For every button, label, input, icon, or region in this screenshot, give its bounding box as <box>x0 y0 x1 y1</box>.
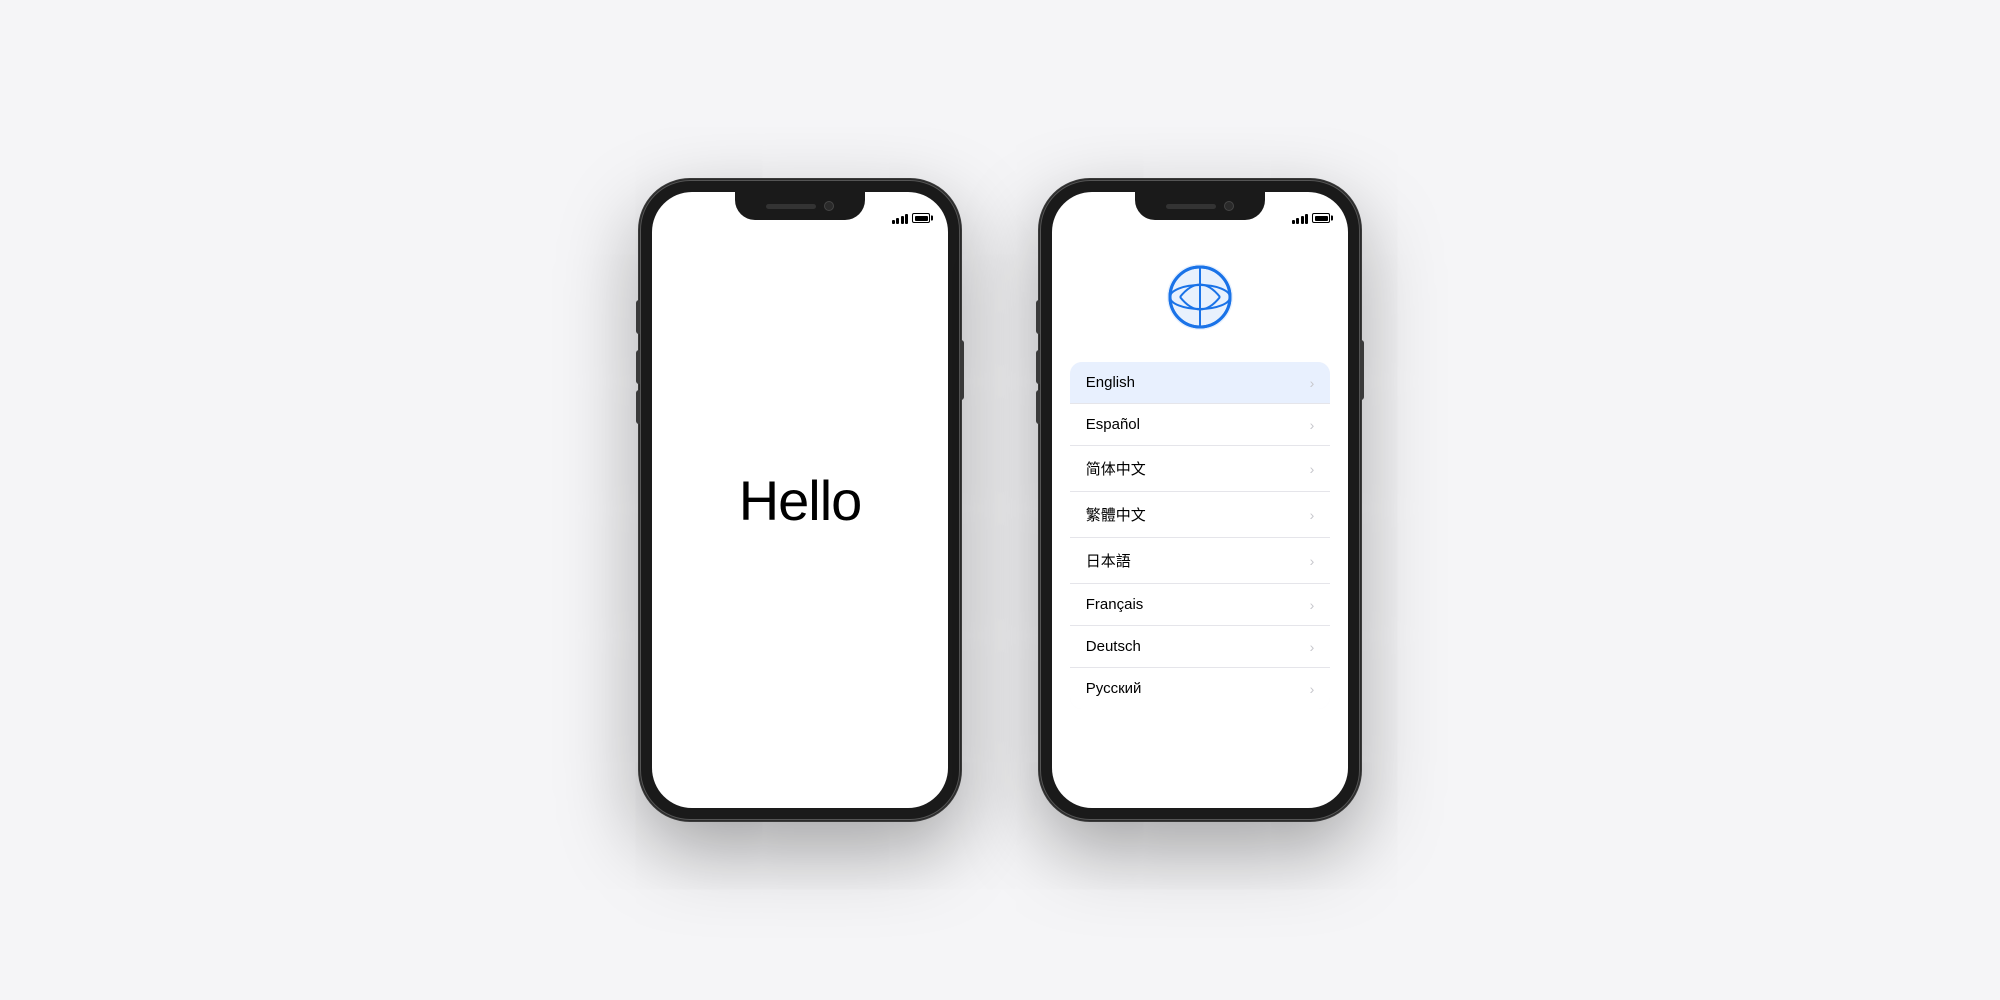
lang-name-simplified-chinese: 简体中文 <box>1086 458 1146 479</box>
lang-name-german: Deutsch <box>1086 638 1141 655</box>
chevron-french: › <box>1310 597 1315 613</box>
language-item-english[interactable]: English › <box>1070 362 1330 404</box>
battery-fill-hello <box>915 216 928 221</box>
battery-fill-language <box>1315 216 1328 221</box>
language-item-traditional-chinese[interactable]: 繁體中文 › <box>1070 492 1330 538</box>
notch-hello <box>735 192 865 220</box>
battery-body-hello <box>912 213 930 223</box>
language-item-simplified-chinese[interactable]: 简体中文 › <box>1070 446 1330 492</box>
lang-name-english: English <box>1086 374 1135 391</box>
language-list: English › Español › 简体中文 › 繁體中文 › <box>1070 362 1330 709</box>
speaker-language <box>1166 204 1216 209</box>
lang-name-japanese: 日本語 <box>1086 550 1131 571</box>
battery-hello <box>912 213 930 223</box>
chevron-german: › <box>1310 639 1315 655</box>
language-item-russian[interactable]: Русский › <box>1070 668 1330 709</box>
battery-language <box>1312 213 1330 223</box>
phone-hello: Hello <box>640 180 960 820</box>
status-icons-hello <box>892 212 931 224</box>
lang-name-espanol: Español <box>1086 416 1140 433</box>
chevron-simplified-chinese: › <box>1310 461 1315 477</box>
lang-name-russian: Русский <box>1086 680 1142 697</box>
hello-text: Hello <box>739 468 862 533</box>
battery-body-language <box>1312 213 1330 223</box>
language-item-german[interactable]: Deutsch › <box>1070 626 1330 668</box>
screen-hello: Hello <box>652 192 948 808</box>
language-item-espanol[interactable]: Español › <box>1070 404 1330 446</box>
language-item-french[interactable]: Français › <box>1070 584 1330 626</box>
status-icons-language <box>1292 212 1331 224</box>
signal-language <box>1292 212 1309 224</box>
lang-name-french: Français <box>1086 596 1144 613</box>
lang-name-traditional-chinese: 繁體中文 <box>1086 504 1146 525</box>
language-item-japanese[interactable]: 日本語 › <box>1070 538 1330 584</box>
phone-language-inner: English › Español › 简体中文 › 繁體中文 › <box>1052 192 1348 808</box>
phones-container: Hello <box>640 180 1360 820</box>
signal-hello <box>892 212 909 224</box>
camera-language <box>1224 201 1234 211</box>
screen-language: English › Español › 简体中文 › 繁體中文 › <box>1052 192 1348 808</box>
chevron-traditional-chinese: › <box>1310 507 1315 523</box>
chevron-english: › <box>1310 375 1315 391</box>
phone-hello-inner: Hello <box>652 192 948 808</box>
chevron-russian: › <box>1310 681 1315 697</box>
chevron-japanese: › <box>1310 553 1315 569</box>
chevron-espanol: › <box>1310 417 1315 433</box>
notch-language <box>1135 192 1265 220</box>
speaker-hello <box>766 204 816 209</box>
camera-hello <box>824 201 834 211</box>
phone-language: English › Español › 简体中文 › 繁體中文 › <box>1040 180 1360 820</box>
globe-icon <box>1165 262 1235 332</box>
